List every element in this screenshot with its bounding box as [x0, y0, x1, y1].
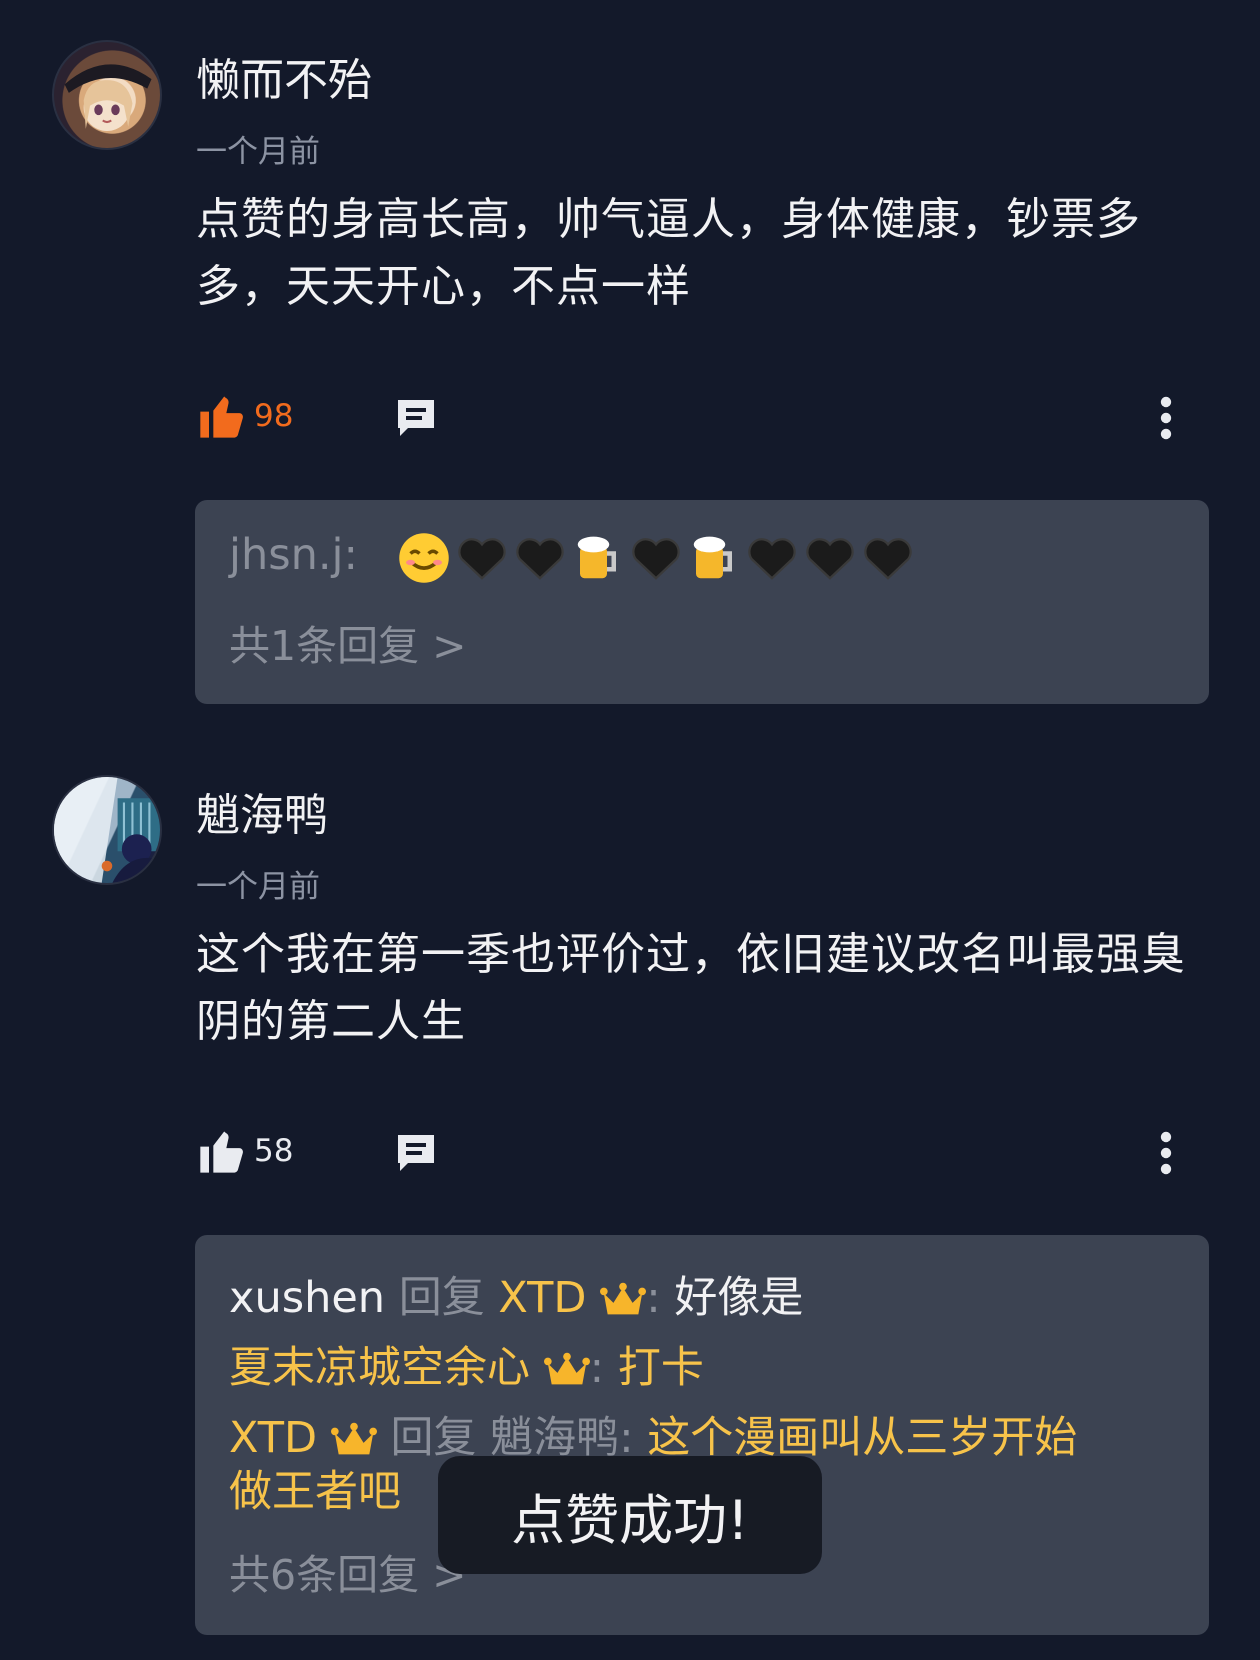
avatar[interactable]: [52, 40, 162, 150]
view-all-replies-link[interactable]: 共6条回复 >: [229, 1541, 466, 1601]
reply-username[interactable]: jhsn.j: [229, 530, 343, 580]
like-button[interactable]: 98: [196, 390, 293, 442]
reply-word: 回复: [398, 1273, 485, 1323]
comment-actions: 98: [196, 390, 1176, 450]
reply-text: 打卡: [617, 1343, 704, 1393]
reply-preview-box[interactable]: xushen 回复 XTD : 好像是 夏末凉城空余心 : 打卡 XTD 回复 …: [195, 1235, 1209, 1635]
view-all-replies-link[interactable]: 共1条回复 >: [229, 612, 466, 672]
username[interactable]: 魈海鸭: [196, 779, 328, 843]
comment-actions: 58: [196, 1125, 1176, 1185]
reply-username[interactable]: 夏末凉城空余心: [229, 1343, 530, 1393]
reply-preview-box[interactable]: jhsn.j: 共1条回复 >: [195, 500, 1209, 704]
smiling-face-icon: [399, 532, 450, 583]
more-options-icon[interactable]: [1156, 1129, 1176, 1177]
black-heart-icon: [516, 537, 565, 580]
like-button[interactable]: 58: [196, 1125, 293, 1177]
black-heart-icon: [458, 537, 507, 580]
reply-line: 夏末凉城空余心 : 打卡: [229, 1333, 704, 1395]
reply-line: jhsn.j:: [229, 530, 919, 585]
comment-icon[interactable]: [392, 1129, 440, 1177]
avatar-image: [64, 64, 152, 132]
thumbs-up-icon: [200, 1131, 243, 1173]
comment-icon[interactable]: [392, 394, 440, 442]
reply-username[interactable]: XTD: [229, 1413, 317, 1463]
username[interactable]: 懒而不殆: [196, 44, 372, 108]
comment-body: 点赞的身高长高，帅气逼人，身体健康，钞票多多，天天开心，不点一样: [196, 194, 1141, 312]
reply-username[interactable]: xushen: [229, 1273, 385, 1323]
avatar[interactable]: [52, 775, 162, 885]
black-heart-icon: [806, 537, 855, 580]
reply-line-continued: 做王者吧: [229, 1457, 401, 1519]
comment-time: 一个月前: [196, 134, 320, 170]
crown-icon: [543, 1352, 590, 1384]
reply-separator: :: [646, 1273, 661, 1323]
reply-line: xushen 回复 XTD : 好像是: [229, 1263, 803, 1325]
more-options-icon[interactable]: [1156, 394, 1176, 442]
reply-target-username[interactable]: XTD: [498, 1273, 586, 1323]
black-heart-icon: [864, 537, 913, 580]
crown-icon: [600, 1282, 647, 1314]
like-count: 98: [254, 398, 294, 434]
avatar-image: [54, 777, 160, 883]
reply-text: 好像是: [674, 1273, 804, 1323]
black-heart-icon: [748, 537, 797, 580]
toast-message: 点赞成功!: [438, 1456, 822, 1574]
like-count: 58: [254, 1133, 294, 1169]
thumbs-up-icon: [200, 396, 243, 438]
comment-body: 这个我在第一季也评价过，依旧建议改名叫最强臭阴的第二人生: [196, 929, 1186, 1047]
black-heart-icon: [632, 537, 681, 580]
comment-time: 一个月前: [196, 869, 320, 905]
beer-mug-icon: [578, 536, 617, 578]
reply-separator: :: [589, 1343, 605, 1393]
beer-mug-icon: [694, 536, 733, 578]
crown-icon: [330, 1422, 377, 1454]
reply-separator: :: [343, 530, 358, 580]
reply-text-continued: 做王者吧: [229, 1467, 401, 1517]
